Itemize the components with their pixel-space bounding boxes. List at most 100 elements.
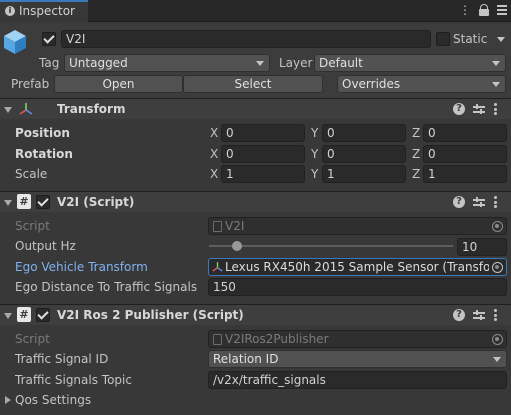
static-dropdown-caret[interactable] bbox=[497, 37, 505, 42]
static-label: Static bbox=[453, 32, 488, 46]
v2i-enabled-checkbox[interactable] bbox=[36, 195, 50, 209]
layer-dropdown[interactable]: Default bbox=[314, 54, 506, 72]
transform-icon bbox=[212, 262, 223, 272]
help-icon[interactable]: ? bbox=[453, 196, 465, 208]
position-x-axis-label: X bbox=[210, 126, 219, 140]
slider-thumb[interactable] bbox=[232, 241, 243, 251]
scale-y-axis-label: Y bbox=[311, 167, 319, 181]
lock-icon[interactable] bbox=[479, 4, 489, 16]
output-hz-field[interactable]: 10 bbox=[457, 238, 507, 256]
position-x-field[interactable]: 0 bbox=[221, 124, 305, 142]
v2i-script-value: V2I bbox=[225, 219, 245, 233]
static-checkbox[interactable] bbox=[436, 32, 450, 46]
output-hz-label: Output Hz bbox=[15, 239, 76, 253]
layer-value: Default bbox=[319, 56, 363, 70]
script-hash-icon: # bbox=[17, 194, 31, 209]
foldout-arrow-icon[interactable] bbox=[4, 200, 12, 206]
prefab-label: Prefab bbox=[11, 77, 50, 91]
ros2-script-label: Script bbox=[15, 332, 50, 346]
rotation-x-field[interactable]: 0 bbox=[221, 145, 305, 163]
tab-inspector[interactable]: i Inspector bbox=[0, 0, 88, 23]
presets-icon[interactable] bbox=[473, 103, 485, 115]
traffic-signal-id-label: Traffic Signal ID bbox=[15, 352, 109, 366]
rotation-label: Rotation bbox=[15, 147, 73, 161]
scale-y-field[interactable]: 1 bbox=[322, 165, 406, 183]
foldout-arrow-icon[interactable] bbox=[4, 107, 12, 113]
ros2-publisher-title: V2I Ros 2 Publisher (Script) bbox=[57, 308, 244, 322]
prefab-open-button[interactable]: Open bbox=[54, 75, 183, 93]
qos-settings-label[interactable]: Qos Settings bbox=[15, 392, 91, 408]
traffic-signals-topic-field[interactable]: /v2x/traffic_signals bbox=[208, 371, 507, 389]
rotation-y-axis-label: Y bbox=[311, 147, 319, 161]
scale-z-field[interactable]: 1 bbox=[423, 165, 507, 183]
position-z-field[interactable]: 0 bbox=[423, 124, 507, 142]
component-menu-icon[interactable] bbox=[494, 309, 497, 321]
help-icon[interactable]: ? bbox=[453, 103, 465, 115]
transform-header[interactable]: Transform ? bbox=[0, 98, 511, 119]
gameobject-cube-icon bbox=[4, 30, 26, 54]
script-file-icon bbox=[213, 334, 222, 345]
traffic-signal-id-dropdown[interactable]: Relation ID bbox=[208, 350, 507, 368]
rotation-z-axis-label: Z bbox=[412, 147, 421, 161]
v2i-script-field: V2I bbox=[208, 217, 507, 235]
rotation-y-field[interactable]: 0 bbox=[322, 145, 406, 163]
qos-foldout-arrow-icon[interactable] bbox=[5, 396, 11, 404]
presets-icon[interactable] bbox=[473, 196, 485, 208]
component-menu-icon[interactable] bbox=[494, 196, 497, 208]
scale-x-field[interactable]: 1 bbox=[221, 165, 305, 183]
chevron-down-icon bbox=[256, 61, 264, 66]
ros2-enabled-checkbox[interactable] bbox=[36, 308, 50, 322]
prefab-select-button[interactable]: Select bbox=[183, 75, 323, 93]
ego-distance-field[interactable]: 150 bbox=[208, 278, 507, 296]
position-z-axis-label: Z bbox=[412, 126, 421, 140]
foldout-arrow-icon[interactable] bbox=[4, 313, 12, 319]
v2i-script-header[interactable]: # V2I (Script) ? bbox=[0, 191, 511, 212]
open-label: Open bbox=[102, 77, 135, 91]
ego-distance-label: Ego Distance To Traffic Signals bbox=[15, 280, 198, 294]
slider-track bbox=[209, 245, 453, 247]
active-checkbox[interactable] bbox=[42, 32, 56, 46]
prefab-overrides-dropdown[interactable]: Overrides bbox=[337, 75, 506, 93]
traffic-signal-id-value: Relation ID bbox=[213, 352, 279, 366]
scale-x-axis-label: X bbox=[210, 167, 219, 181]
tab-label: Inspector bbox=[19, 4, 75, 18]
ros2-publisher-header[interactable]: # V2I Ros 2 Publisher (Script) ? bbox=[0, 304, 511, 325]
gameobject-name-input[interactable]: V2I bbox=[61, 30, 431, 48]
ego-vehicle-transform-value: Lexus RX450h 2015 Sample Sensor (Transfo… bbox=[225, 260, 489, 274]
chevron-down-icon bbox=[492, 61, 500, 66]
object-picker-icon bbox=[492, 334, 503, 345]
scale-z-axis-label: Z bbox=[412, 167, 421, 181]
script-file-icon bbox=[213, 221, 222, 232]
position-y-field[interactable]: 0 bbox=[322, 124, 406, 142]
traffic-signals-topic-label: Traffic Signals Topic bbox=[15, 373, 132, 387]
position-y-axis-label: Y bbox=[311, 126, 319, 140]
select-label: Select bbox=[234, 77, 272, 91]
help-icon[interactable]: ? bbox=[453, 309, 465, 321]
component-menu-icon[interactable] bbox=[494, 103, 497, 115]
tag-label: Tag bbox=[39, 56, 60, 70]
ros2-script-value: V2IRos2Publisher bbox=[225, 332, 329, 346]
overrides-label: Overrides bbox=[342, 77, 401, 91]
info-icon: i bbox=[5, 6, 15, 16]
v2i-script-title: V2I (Script) bbox=[57, 195, 135, 209]
layer-label: Layer bbox=[279, 56, 313, 70]
tag-value: Untagged bbox=[69, 56, 128, 70]
rotation-x-axis-label: X bbox=[210, 147, 219, 161]
more-options-icon[interactable]: ⋮ bbox=[459, 3, 471, 17]
ros2-script-field: V2IRos2Publisher bbox=[208, 330, 507, 348]
chevron-down-icon bbox=[493, 357, 501, 362]
ego-vehicle-transform-field[interactable]: Lexus RX450h 2015 Sample Sensor (Transfo… bbox=[208, 258, 507, 276]
output-hz-slider[interactable] bbox=[209, 237, 453, 255]
transform-icon bbox=[19, 103, 33, 115]
object-picker-icon bbox=[492, 221, 503, 232]
script-hash-icon: # bbox=[17, 307, 31, 322]
tag-dropdown[interactable]: Untagged bbox=[64, 54, 270, 72]
v2i-script-label: Script bbox=[15, 219, 50, 233]
chevron-down-icon bbox=[492, 82, 500, 87]
position-label: Position bbox=[15, 126, 70, 140]
presets-icon[interactable] bbox=[473, 309, 485, 321]
scale-label: Scale bbox=[15, 167, 48, 181]
tab-menu-icon[interactable] bbox=[497, 4, 507, 15]
rotation-z-field[interactable]: 0 bbox=[423, 145, 507, 163]
object-picker-icon[interactable] bbox=[492, 262, 503, 273]
